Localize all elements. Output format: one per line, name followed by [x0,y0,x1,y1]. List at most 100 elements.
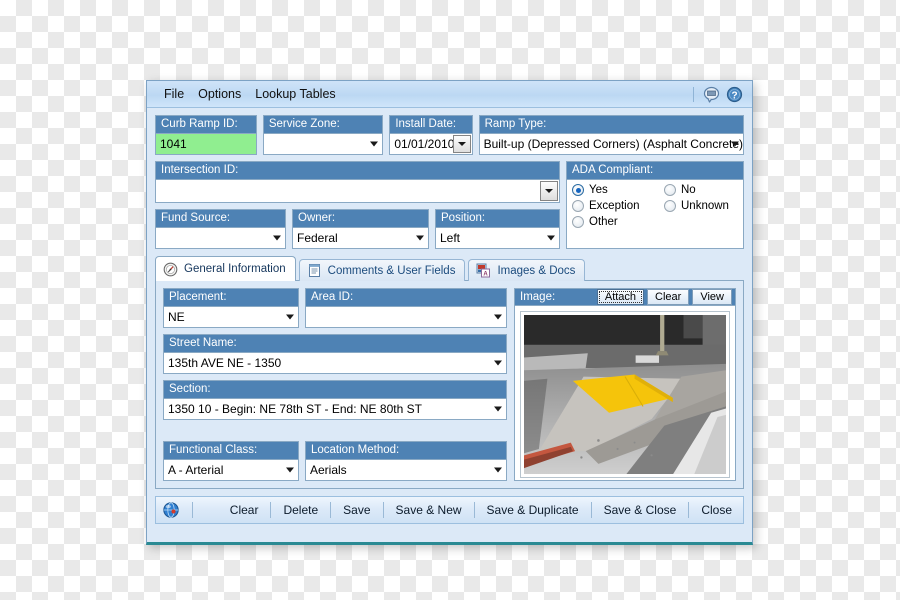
field-intersection-id: Intersection ID: [155,161,560,203]
field-location-method: Location Method: Aerials [305,441,507,481]
label-owner: Owner: [293,210,428,228]
tab-comments-user-fields[interactable]: Comments & User Fields [298,259,466,281]
help-question-icon[interactable]: ? [726,86,743,103]
input-curb-ramp-id[interactable]: 1041 [156,134,256,154]
menu-item-file[interactable]: File [157,85,191,103]
label-ramp-type: Ramp Type: [479,116,743,134]
combobox-street-name[interactable]: 135th AVE NE - 1350 [164,353,506,373]
chevron-down-icon [494,360,502,366]
field-curb-ramp-id: Curb Ramp ID: 1041 [155,115,257,155]
chevron-down-icon [494,314,502,320]
save-and-close-button[interactable]: Save & Close [599,501,682,519]
combobox-owner[interactable]: Federal [293,228,428,248]
tab-label-images-docs: Images & Docs [497,264,576,277]
clear-button[interactable]: Clear [225,501,264,519]
image-pdf-icon: A [476,263,491,278]
radio-dot-icon [572,184,584,196]
toolbar-divider [192,502,193,518]
field-service-zone: Service Zone: [262,115,384,155]
combobox-ramp-type[interactable]: Built-up (Depressed Corners) (Asphalt Co… [479,134,743,154]
field-install-date: Install Date: 01/01/2010 [389,115,473,155]
combobox-service-zone[interactable] [263,134,383,154]
field-functional-class: Functional Class: A - Arterial [163,441,299,481]
placement-area-row: Placement: NE Area ID: [163,288,507,328]
combobox-area-id[interactable] [306,307,506,327]
value-location-method: Aerials [310,463,347,477]
label-placement: Placement: [164,289,298,307]
tab-general-information[interactable]: General Information [155,256,296,281]
save-and-duplicate-button[interactable]: Save & Duplicate [482,501,584,519]
label-install-date: Install Date: [390,116,472,134]
action-button-bar: Clear Delete Save Save & New Save & Dupl… [155,496,744,524]
radio-ada-other[interactable]: Other [572,216,664,228]
header-fields-left-column: Intersection ID: Fund Source: Owner: Fed… [155,161,560,249]
view-image-button[interactable]: View [692,289,732,305]
clear-image-button[interactable]: Clear [647,289,690,305]
tab-strip: General Information Comments & User Fiel… [155,256,744,281]
radio-label-unknown: Unknown [681,200,729,212]
speech-bubble-icon[interactable] [703,86,720,103]
chevron-down-icon [494,467,502,473]
globe-icon[interactable] [162,501,180,519]
field-street-name: Street Name: 135th AVE NE - 1350 [163,334,507,374]
image-panel-body [515,306,735,483]
radio-dot-icon [664,184,676,196]
radio-dot-icon [572,200,584,212]
chevron-down-icon [416,235,424,241]
class-method-row: Functional Class: A - Arterial Location … [163,441,507,481]
datepicker-install-date[interactable]: 01/01/2010 [390,134,472,154]
tab-images-docs[interactable]: A Images & Docs [468,259,586,281]
label-service-zone: Service Zone: [263,116,383,134]
value-owner: Federal [297,231,338,245]
image-panel-header: Image: Attach Clear View [515,289,735,306]
value-ramp-type: Built-up (Depressed Corners) (Asphalt Co… [483,137,743,151]
label-image: Image: [520,291,556,303]
value-functional-class: A - Arterial [168,463,224,477]
header-fields-row-3: Fund Source: Owner: Federal Position: Le… [155,209,560,249]
label-location-method: Location Method: [306,442,506,460]
delete-button[interactable]: Delete [278,501,323,519]
radio-label-other: Other [589,216,618,228]
combobox-section[interactable]: 1350 10 - Begin: NE 78th ST - End: NE 80… [164,399,506,419]
value-street-name: 135th AVE NE - 1350 [168,356,282,370]
radio-dot-icon [572,216,584,228]
label-street-name: Street Name: [164,335,506,353]
curb-ramp-photo [524,315,726,475]
close-button[interactable]: Close [696,501,737,519]
combobox-placement[interactable]: NE [164,307,298,327]
label-fund-source: Fund Source: [156,210,285,228]
combobox-location-method[interactable]: Aerials [306,460,506,480]
intersection-dropdown-button[interactable] [540,181,558,201]
menu-divider [693,86,694,102]
menu-bar: File Options Lookup Tables ? [147,81,752,108]
combobox-intersection-id[interactable] [156,180,559,202]
radio-ada-exception[interactable]: Exception [572,200,664,212]
chevron-down-icon [494,406,502,412]
chevron-down-icon [273,235,281,241]
field-placement: Placement: NE [163,288,299,328]
field-position: Position: Left [435,209,560,249]
ada-compliant-options: Yes No Exception Unknown Other [567,180,743,233]
button-divider [330,502,332,518]
combobox-fund-source[interactable] [156,228,285,248]
radio-ada-no[interactable]: No [664,184,738,196]
save-and-new-button[interactable]: Save & New [391,501,467,519]
field-ramp-type: Ramp Type: Built-up (Depressed Corners) … [478,115,744,155]
chevron-down-icon [370,141,379,147]
curb-ramp-record-window: File Options Lookup Tables ? Curb Ramp I… [146,80,753,545]
combobox-position[interactable]: Left [436,228,559,248]
svg-text:A: A [484,272,489,278]
save-button[interactable]: Save [338,501,375,519]
radio-ada-unknown[interactable]: Unknown [664,200,738,212]
attach-button[interactable]: Attach [596,289,645,305]
menu-item-lookup-tables[interactable]: Lookup Tables [248,85,342,103]
menu-item-options[interactable]: Options [191,85,248,103]
calendar-dropdown-button[interactable] [452,135,471,153]
label-position: Position: [436,210,559,228]
button-divider [688,502,690,518]
field-owner: Owner: Federal [292,209,429,249]
group-ada-compliant: ADA Compliant: Yes No Exception Unknown … [566,161,744,249]
photo-frame [520,311,730,479]
radio-ada-yes[interactable]: Yes [572,184,664,196]
combobox-functional-class[interactable]: A - Arterial [164,460,298,480]
